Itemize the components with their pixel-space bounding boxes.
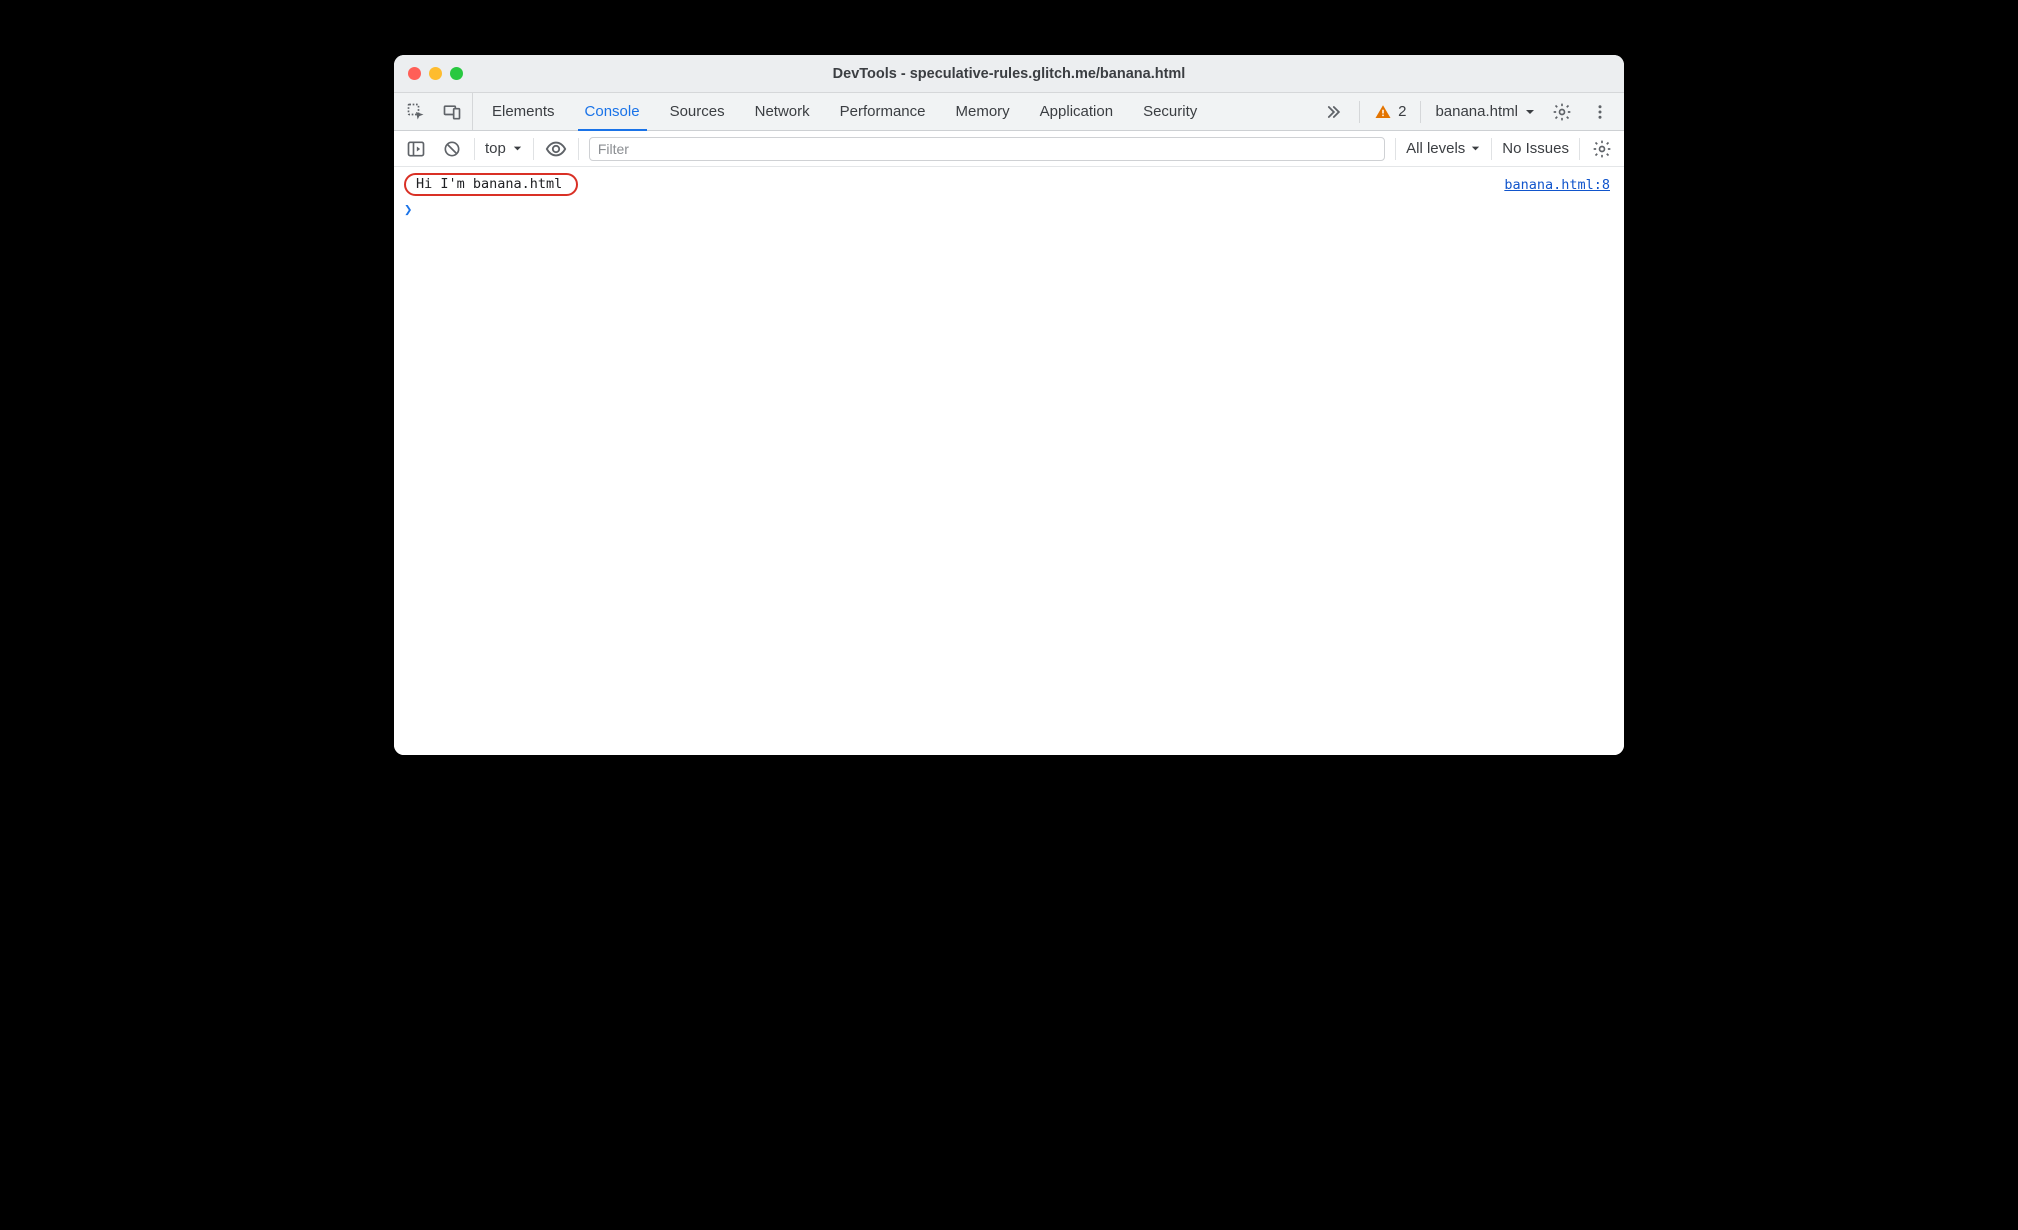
tab-network[interactable]: Network (740, 93, 825, 130)
titlebar: DevTools - speculative-rules.glitch.me/b… (394, 55, 1624, 93)
close-window-button[interactable] (408, 67, 421, 80)
page-context-dropdown[interactable]: banana.html (1435, 103, 1536, 120)
tab-label: Sources (670, 103, 725, 120)
warning-count-text: 2 (1398, 103, 1406, 120)
execution-context-select[interactable]: top (485, 140, 523, 157)
device-toolbar-icon[interactable] (440, 100, 464, 124)
minimize-window-button[interactable] (429, 67, 442, 80)
divider (1359, 101, 1360, 123)
kebab-menu-icon[interactable] (1588, 100, 1612, 124)
divider (474, 138, 475, 160)
divider (1491, 138, 1492, 160)
tab-label: Security (1143, 103, 1197, 120)
window-controls (394, 67, 463, 80)
tab-label: Application (1040, 103, 1113, 120)
divider (578, 138, 579, 160)
tab-label: Elements (492, 103, 555, 120)
more-tabs-icon[interactable] (1321, 100, 1345, 124)
levels-label: All levels (1406, 140, 1465, 157)
tab-label: Performance (840, 103, 926, 120)
warning-icon (1374, 103, 1392, 121)
console-toolbar: top All levels No Issues (394, 131, 1624, 167)
filter-input[interactable] (589, 137, 1385, 161)
log-message: Hi I'm banana.html (404, 173, 578, 196)
live-expression-icon[interactable] (544, 137, 568, 161)
context-label: banana.html (1435, 103, 1518, 120)
tab-application[interactable]: Application (1025, 93, 1128, 130)
devtools-window: DevTools - speculative-rules.glitch.me/b… (394, 55, 1624, 755)
chevron-down-icon (1470, 143, 1481, 154)
tab-sources[interactable]: Sources (655, 93, 740, 130)
chevron-down-icon (1524, 106, 1536, 118)
chevron-down-icon (512, 143, 523, 154)
tab-memory[interactable]: Memory (941, 93, 1025, 130)
context-value: top (485, 140, 506, 157)
console-prompt[interactable]: ❯ (394, 198, 1624, 222)
log-row: Hi I'm banana.html banana.html:8 (394, 171, 1624, 198)
maximize-window-button[interactable] (450, 67, 463, 80)
tab-label: Network (755, 103, 810, 120)
warnings-indicator[interactable]: 2 (1374, 103, 1406, 121)
divider (1579, 138, 1580, 160)
settings-icon[interactable] (1550, 100, 1574, 124)
console-output: Hi I'm banana.html banana.html:8 ❯ (394, 167, 1624, 755)
console-settings-icon[interactable] (1590, 137, 1614, 161)
divider (1420, 101, 1421, 123)
log-source-link[interactable]: banana.html:8 (1504, 177, 1610, 193)
issues-button[interactable]: No Issues (1502, 140, 1569, 157)
window-title: DevTools - speculative-rules.glitch.me/b… (394, 66, 1624, 82)
tab-label: Console (585, 103, 640, 120)
tab-security[interactable]: Security (1128, 93, 1212, 130)
tab-performance[interactable]: Performance (825, 93, 941, 130)
tab-elements[interactable]: Elements (477, 93, 570, 130)
toggle-sidebar-icon[interactable] (404, 137, 428, 161)
divider (1395, 138, 1396, 160)
tab-label: Memory (956, 103, 1010, 120)
panel-tabs-bar: Elements Console Sources Network Perform… (394, 93, 1624, 131)
divider (533, 138, 534, 160)
issues-label: No Issues (1502, 140, 1569, 157)
prompt-caret-icon: ❯ (404, 202, 412, 218)
log-levels-dropdown[interactable]: All levels (1406, 140, 1481, 157)
tab-console[interactable]: Console (570, 93, 655, 130)
inspect-element-icon[interactable] (404, 100, 428, 124)
clear-console-icon[interactable] (440, 137, 464, 161)
